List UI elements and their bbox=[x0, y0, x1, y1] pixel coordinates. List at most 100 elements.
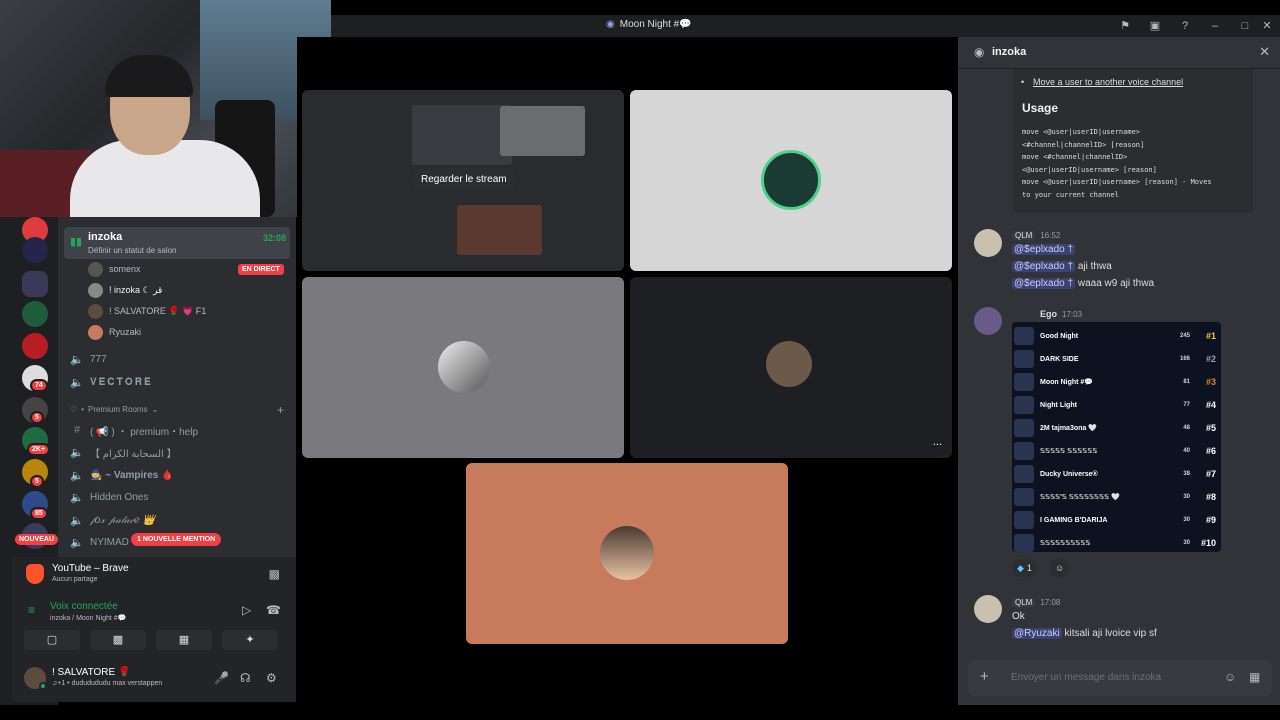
leaderboard-row: Good Night 245 #1 bbox=[1014, 325, 1219, 347]
server-score: 48 bbox=[1183, 425, 1190, 431]
camera-toggle-button[interactable]: ▢ bbox=[24, 630, 80, 650]
leaderboard-image[interactable]: Good Night 245 #1 DARK SIDE 166 #2 Moon Night … bbox=[1012, 322, 1221, 552]
headphones-icon[interactable]: ☊ bbox=[240, 671, 251, 685]
avatar bbox=[761, 150, 821, 210]
server-rank: #3 bbox=[1205, 377, 1216, 387]
participant-tile[interactable] bbox=[466, 463, 788, 644]
maximize-button[interactable]: □ bbox=[1237, 18, 1253, 34]
category-header[interactable]: ♡ • Premium Rooms ⌄ bbox=[70, 405, 158, 414]
participant-tile[interactable] bbox=[630, 90, 952, 271]
voice-location: inzoka / Moon Night #💬 bbox=[50, 615, 127, 622]
speaker-icon: 🔈 bbox=[70, 536, 84, 549]
user-mention[interactable]: @$eplxado † bbox=[1012, 261, 1076, 272]
disconnect-icon[interactable]: ☎ bbox=[266, 603, 281, 617]
role-badge: QLM bbox=[1012, 598, 1036, 607]
voice-channel[interactable]: 🔈 𝒻𝑜𝓍 𝓅𝒶𝓁𝒶𝒸𝑒 👑 bbox=[70, 511, 155, 529]
server-score: 166 bbox=[1179, 356, 1190, 362]
server-score: 77 bbox=[1183, 402, 1190, 408]
channel-status[interactable]: Définir un statut de salon bbox=[88, 246, 177, 255]
active-voice-channel[interactable]: ▮▮ inzoka Définir un statut de salon 32:… bbox=[64, 227, 290, 259]
server-score: 30 bbox=[1183, 517, 1190, 523]
server-score: 245 bbox=[1179, 333, 1190, 339]
participant-tile[interactable]: ... bbox=[630, 277, 952, 458]
add-attachment-icon[interactable]: + bbox=[980, 668, 989, 685]
user-activity: ♫+1 • dududududu max verstappen bbox=[52, 680, 163, 687]
message-author[interactable]: Ego bbox=[1040, 309, 1057, 319]
avatar bbox=[88, 282, 103, 298]
user-mention[interactable]: @$eplxado † bbox=[1012, 244, 1076, 255]
voice-channel[interactable]: 🔈 【 السحابة الكرام 】 bbox=[70, 443, 176, 461]
server-score: 30 bbox=[1183, 540, 1190, 546]
avatar bbox=[600, 526, 654, 580]
chat-header: ◉ inzoka ✕ bbox=[958, 37, 1280, 69]
chat-bubble-icon: ◉ bbox=[974, 45, 985, 59]
new-mention-pill[interactable]: 1 NOUVELLE MENTION bbox=[131, 533, 222, 546]
minimize-button[interactable]: – bbox=[1207, 18, 1223, 34]
voice-channel[interactable]: 🔈 777 bbox=[70, 350, 107, 368]
voice-channel[interactable]: 🔈 🧙 ~ Vampires 🩸 bbox=[70, 466, 173, 484]
avatar[interactable] bbox=[974, 595, 1002, 623]
voice-member[interactable]: ! SALVATORE 🌹 💗 F1 bbox=[88, 302, 206, 320]
server-score: 38 bbox=[1183, 471, 1190, 477]
server-score: 81 bbox=[1183, 379, 1190, 385]
microphone-icon[interactable]: 🎤 bbox=[214, 671, 229, 685]
brave-icon bbox=[26, 564, 44, 584]
server-name: I GAMING B'DARIJA bbox=[1040, 516, 1108, 524]
voice-member[interactable]: somenx bbox=[88, 260, 141, 278]
close-icon[interactable]: ✕ bbox=[1259, 44, 1270, 60]
new-server-pill[interactable]: NOUVEAU bbox=[15, 534, 59, 545]
voice-channel[interactable]: 🔈 𝐕𝐄𝐂𝐓𝐎𝐑𝐄 bbox=[70, 373, 153, 391]
flag-icon[interactable]: ⚑ bbox=[1117, 18, 1133, 34]
activity-panel: YouTube – Brave Aucun partage ▩ bbox=[12, 557, 296, 595]
reaction[interactable]: ◆ 1 bbox=[1012, 559, 1037, 577]
server-icon[interactable] bbox=[22, 333, 48, 359]
add-reaction-icon[interactable]: ☺ bbox=[1050, 559, 1070, 577]
stream-preview bbox=[500, 106, 585, 156]
apps-icon[interactable]: ▦ bbox=[1249, 670, 1260, 684]
user-mention[interactable]: @Ryuzaki bbox=[1012, 628, 1062, 639]
username[interactable]: ! SALVATORE 🌹 bbox=[52, 667, 130, 678]
speaker-icon: 🔈 bbox=[70, 353, 84, 366]
server-logo bbox=[1014, 396, 1034, 414]
server-logo bbox=[1014, 373, 1034, 391]
avatar[interactable] bbox=[974, 307, 1002, 335]
speaker-icon: 🔈 bbox=[70, 491, 84, 504]
voice-member[interactable]: ! inzoka ☾ قر bbox=[88, 281, 162, 299]
live-badge: EN DIRECT bbox=[238, 264, 284, 275]
voice-member[interactable]: Ryuzaki bbox=[88, 323, 141, 341]
user-mention[interactable]: @$eplxado † bbox=[1012, 278, 1076, 289]
watch-stream-button[interactable]: Regarder le stream bbox=[413, 168, 515, 191]
stream-tile[interactable]: Regarder le stream bbox=[302, 90, 624, 271]
server-icon[interactable] bbox=[22, 301, 48, 327]
add-channel-icon[interactable]: + bbox=[277, 403, 284, 417]
close-window-button[interactable]: ✕ bbox=[1259, 18, 1275, 34]
participant-tile[interactable] bbox=[302, 277, 624, 458]
folder-icon[interactable] bbox=[22, 271, 48, 297]
message-composer[interactable]: + Envoyer un message dans inzoka ☺ ▦ bbox=[968, 660, 1272, 696]
screen-share-icon[interactable]: ▩ bbox=[269, 567, 280, 581]
webcam-overlay bbox=[0, 0, 331, 217]
message-input[interactable]: Envoyer un message dans inzoka bbox=[1011, 672, 1161, 683]
noise-suppression-icon[interactable]: ▷ bbox=[242, 603, 251, 617]
server-icon[interactable] bbox=[22, 237, 48, 263]
avatar[interactable] bbox=[974, 229, 1002, 257]
voice-status[interactable]: Voix connectée bbox=[50, 601, 118, 612]
activities-button[interactable]: ▦ bbox=[156, 630, 212, 650]
server-logo bbox=[1014, 488, 1034, 506]
speaker-icon: 🔈 bbox=[70, 446, 84, 459]
screen-share-button[interactable]: ▩ bbox=[90, 630, 146, 650]
gear-icon[interactable]: ⚙ bbox=[266, 671, 277, 685]
help-icon[interactable]: ? bbox=[1177, 18, 1193, 34]
leaderboard-row: Ducky Universe® 38 #7 bbox=[1014, 463, 1219, 485]
voice-channel[interactable]: 🔈 Hidden Ones bbox=[70, 488, 148, 506]
embed-link[interactable]: Move a user to another voice channel bbox=[1033, 77, 1183, 87]
avatar bbox=[88, 303, 103, 319]
emoji-icon[interactable]: ☺ bbox=[1224, 670, 1236, 684]
text-channel[interactable]: # ( 📢 ) ・ premium・help bbox=[70, 421, 198, 439]
soundboard-button[interactable]: ✦ bbox=[222, 630, 278, 650]
hash-icon: # bbox=[73, 424, 81, 436]
more-options-icon[interactable]: ... bbox=[933, 436, 942, 448]
voice-channel[interactable]: 🔈 NYIMAD bbox=[70, 533, 129, 551]
timestamp: 17:08 bbox=[1040, 598, 1061, 607]
inbox-icon[interactable]: ▣ bbox=[1147, 18, 1163, 34]
